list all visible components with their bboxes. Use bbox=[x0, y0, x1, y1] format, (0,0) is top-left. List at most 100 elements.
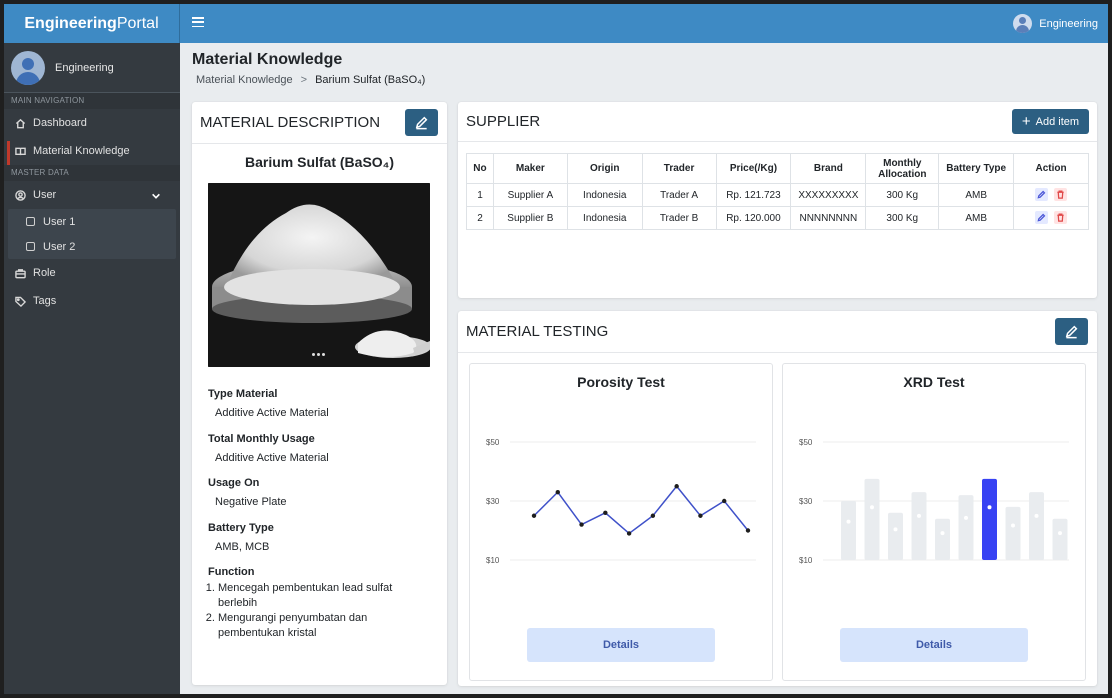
sidebar-item-role[interactable]: Role bbox=[4, 259, 180, 287]
action-cell bbox=[1013, 206, 1089, 230]
user-circle-icon bbox=[15, 189, 26, 201]
pencil-icon bbox=[1037, 213, 1046, 222]
bar bbox=[1005, 506, 1021, 560]
hamburger-menu-icon[interactable] bbox=[192, 17, 204, 28]
chevron-right-icon: > bbox=[300, 74, 308, 86]
function-list: Mencegah pembentukan lead sulfat berlebi… bbox=[204, 581, 412, 641]
bar-marker bbox=[870, 505, 874, 510]
porosity-details-button[interactable]: Details bbox=[527, 628, 715, 662]
home-icon bbox=[15, 118, 26, 128]
sidebar-subitem-label: User 2 bbox=[43, 240, 76, 253]
xrd-chart: $50 $30 $10 bbox=[799, 438, 1069, 565]
function-item: Mengurangi penyumbatan dan pembentukan k… bbox=[218, 611, 412, 641]
y-tick-label: $30 bbox=[799, 497, 813, 506]
y-tick-label: $10 bbox=[486, 556, 500, 565]
sidebar-subitem-label: User 1 bbox=[43, 215, 76, 228]
card-title: MATERIAL TESTING bbox=[466, 323, 609, 340]
usage-on-value: Negative Plate bbox=[215, 496, 287, 508]
chart-title: Porosity Test bbox=[577, 374, 665, 390]
column-header: Origin bbox=[566, 153, 643, 184]
edit-row-button[interactable] bbox=[1035, 211, 1049, 224]
breadcrumb: Material Knowledge > Barium Sulfat (BaSO… bbox=[196, 74, 425, 86]
table-cell: 300 Kg bbox=[865, 206, 940, 230]
sidebar-item-tags[interactable]: Tags bbox=[4, 287, 180, 315]
data-point bbox=[626, 531, 632, 536]
sidebar: Engineering Portal Engineering MAIN NAVIG… bbox=[4, 4, 180, 694]
supplier-card: SUPPLIER + Add item No Maker Origin Trad… bbox=[458, 102, 1097, 298]
column-header: Battery Type bbox=[938, 153, 1015, 184]
add-item-button[interactable]: + Add item bbox=[1012, 109, 1089, 134]
bar bbox=[841, 501, 856, 560]
data-point bbox=[579, 522, 584, 527]
data-point bbox=[722, 498, 727, 504]
table-cell: 2 bbox=[466, 206, 494, 230]
table-row: 2 Supplier B Indonesia Trader B Rp. 120.… bbox=[466, 206, 1089, 230]
edit-row-button[interactable] bbox=[1035, 188, 1049, 201]
pencil-icon bbox=[1065, 325, 1078, 339]
carousel-dots[interactable] bbox=[312, 353, 327, 356]
briefcase-icon bbox=[15, 268, 26, 278]
column-header: Brand bbox=[790, 153, 867, 184]
edit-testing-button[interactable] bbox=[1055, 318, 1088, 345]
material-name: Barium Sulfat (BaSO₄) bbox=[244, 154, 395, 170]
bar-marker bbox=[1011, 523, 1015, 528]
details-label: Details bbox=[602, 639, 640, 651]
table-cell: AMB bbox=[938, 183, 1015, 207]
table-cell: Rp. 121.723 bbox=[715, 183, 792, 207]
material-testing-card: MATERIAL TESTING Porosity Test $50 $30 $10… bbox=[458, 311, 1097, 686]
card-title: SUPPLIER bbox=[466, 113, 541, 130]
table-cell: 1 bbox=[466, 183, 494, 207]
column-header: Trader bbox=[641, 153, 717, 184]
breadcrumb-link[interactable]: Material Knowledge bbox=[196, 74, 293, 86]
bar-marker bbox=[846, 519, 851, 524]
data-point bbox=[698, 513, 703, 518]
delete-row-button[interactable] bbox=[1054, 188, 1068, 201]
breadcrumb-current: Barium Sulfat (BaSO₄) bbox=[315, 74, 426, 86]
xrd-details-button[interactable]: Details bbox=[840, 628, 1028, 662]
sidebar-item-material-knowledge[interactable]: Material Knowledge bbox=[4, 137, 180, 165]
edit-description-button[interactable] bbox=[405, 109, 438, 136]
details-label: Details bbox=[915, 639, 953, 651]
data-point bbox=[674, 484, 679, 489]
usage-on-label: Usage On bbox=[208, 477, 260, 489]
brand-logo[interactable]: Engineering Portal bbox=[4, 4, 180, 43]
add-item-label: Add item bbox=[1035, 115, 1080, 128]
column-header: Action bbox=[1013, 153, 1089, 184]
column-header: No bbox=[466, 153, 494, 184]
data-point bbox=[555, 489, 560, 495]
type-material-label: Type Material bbox=[208, 388, 278, 400]
top-user-menu[interactable]: Engineering bbox=[1013, 14, 1098, 33]
avatar bbox=[11, 50, 45, 85]
bar bbox=[935, 518, 950, 560]
bar-marker bbox=[987, 505, 992, 510]
column-header: Maker bbox=[492, 153, 568, 184]
sidebar-item-user-1[interactable]: User 1 bbox=[8, 209, 176, 234]
type-material-value: Additive Active Material bbox=[215, 407, 329, 419]
data-point bbox=[603, 510, 608, 515]
action-cell bbox=[1013, 183, 1089, 207]
column-header: Price(/Kg) bbox=[715, 153, 792, 184]
chevron-down-icon[interactable] bbox=[151, 191, 161, 201]
material-description-card: MATERIAL DESCRIPTION Barium Sulfat (BaSO… bbox=[192, 102, 447, 685]
sidebar-item-user[interactable]: User bbox=[4, 181, 180, 209]
function-label: Function bbox=[208, 566, 255, 578]
delete-row-button[interactable] bbox=[1054, 211, 1068, 224]
plus-icon: + bbox=[1021, 113, 1031, 130]
data-point bbox=[531, 513, 537, 518]
user-panel[interactable]: Engineering bbox=[4, 43, 180, 93]
square-icon bbox=[26, 217, 35, 226]
app-window: Engineering Portal Engineering MAIN NAVIG… bbox=[4, 4, 1108, 694]
data-point bbox=[650, 513, 656, 518]
monthly-usage-value: Additive Active Material bbox=[215, 452, 329, 464]
supplier-header: SUPPLIER + Add item bbox=[458, 102, 1097, 142]
brand-light: Portal bbox=[116, 14, 159, 32]
top-navbar: Engineering bbox=[180, 4, 1108, 43]
bar bbox=[958, 495, 974, 560]
sidebar-item-user-2[interactable]: User 2 bbox=[8, 234, 176, 259]
sidebar-item-label: User bbox=[33, 189, 57, 201]
data-point bbox=[745, 528, 751, 533]
porosity-test-card: Porosity Test $50 $30 $10 Details bbox=[469, 363, 773, 681]
sidebar-item-dashboard[interactable]: Dashboard bbox=[4, 109, 180, 137]
table-row: 1 Supplier A Indonesia Trader A Rp. 121.… bbox=[466, 183, 1089, 207]
trash-icon bbox=[1057, 213, 1064, 222]
